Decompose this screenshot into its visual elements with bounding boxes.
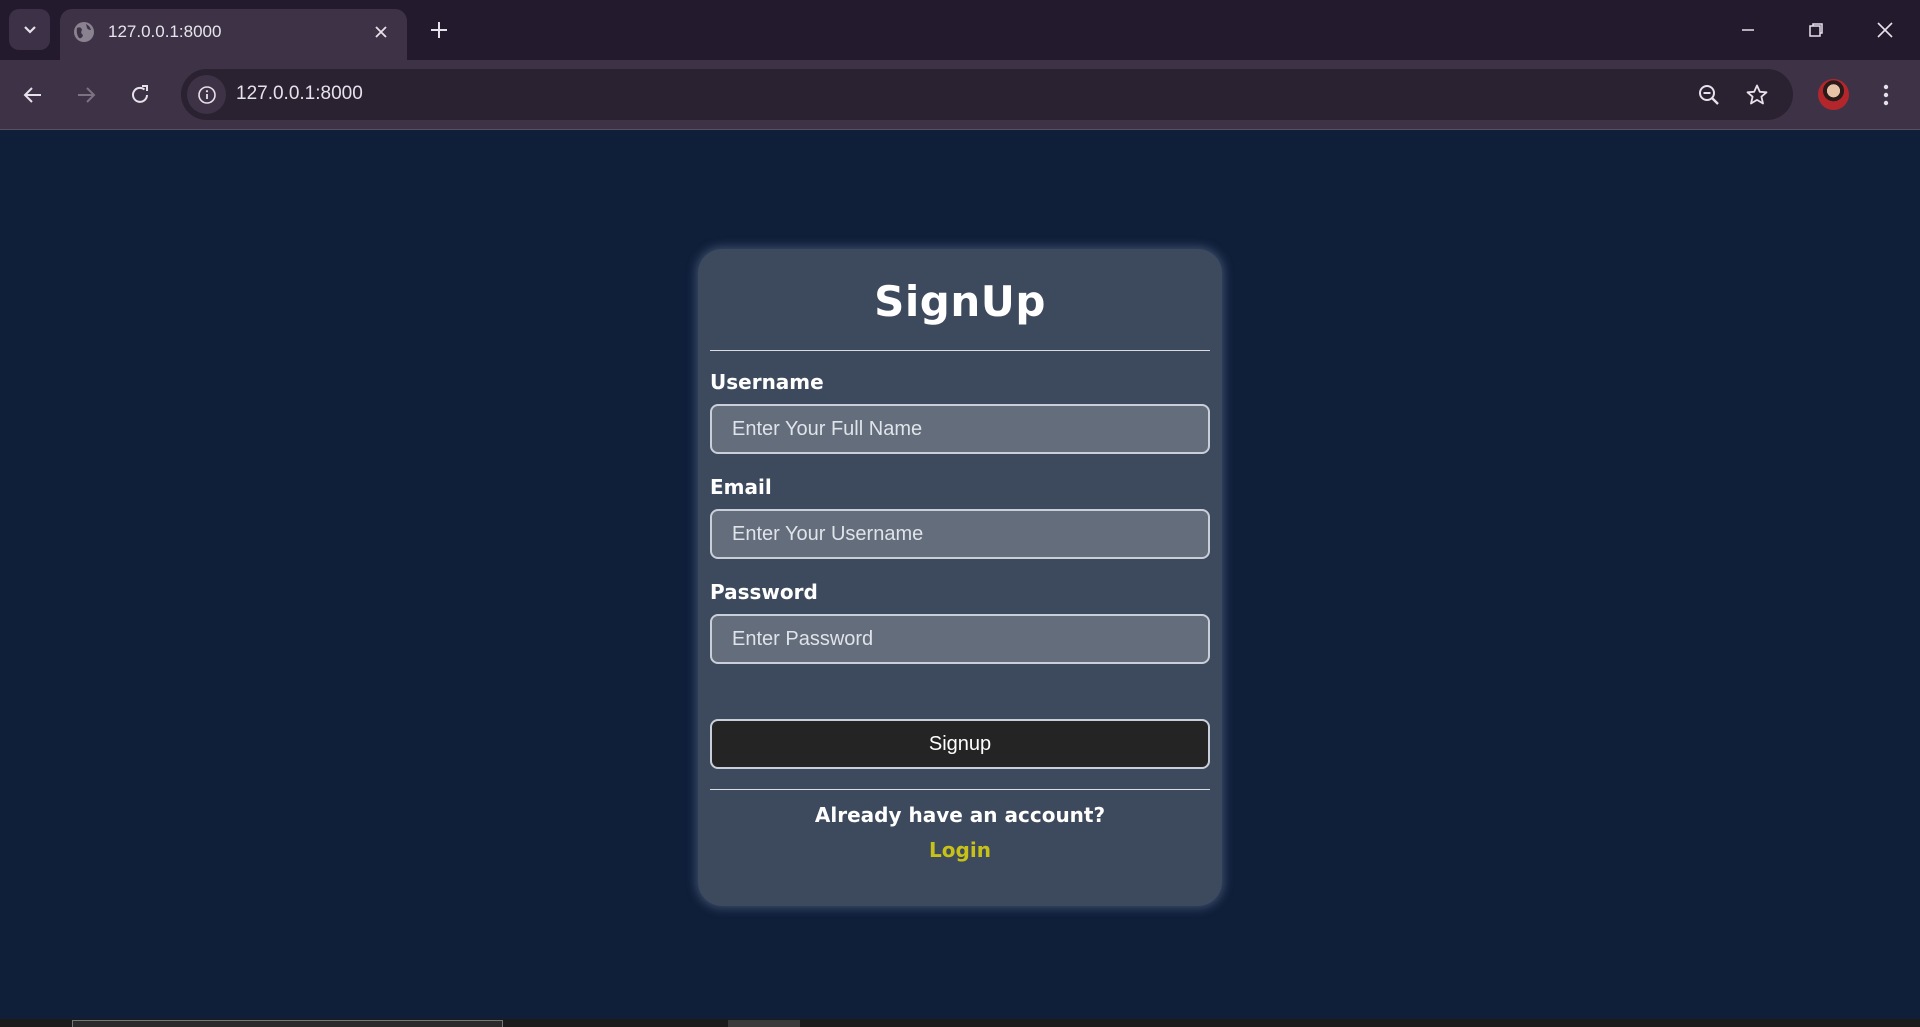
address-url: 127.0.0.1:8000	[236, 83, 363, 104]
minimize-icon	[1742, 29, 1754, 31]
bookmark-button[interactable]	[1743, 81, 1771, 109]
browser-tab[interactable]: 127.0.0.1:8000	[60, 9, 407, 60]
email-input[interactable]	[710, 509, 1210, 559]
kebab-menu-icon	[1883, 84, 1889, 106]
tab-title: 127.0.0.1:8000	[108, 22, 222, 41]
info-icon	[197, 85, 216, 104]
new-tab-button[interactable]	[425, 16, 453, 44]
taskbar-item	[72, 1020, 503, 1027]
globe-icon	[74, 22, 94, 42]
page-viewport: SignUp Username Email Password Signup Al…	[0, 131, 1920, 1019]
restore-button[interactable]	[1793, 12, 1839, 48]
username-input[interactable]	[710, 404, 1210, 454]
existing-account-prompt: Already have an account?	[814, 803, 1106, 827]
window-close-icon	[1877, 22, 1893, 38]
tab-search-icon	[23, 25, 36, 34]
reload-icon	[132, 85, 148, 103]
password-input[interactable]	[710, 614, 1210, 664]
zoom-button[interactable]	[1695, 81, 1723, 109]
address-bar[interactable]: 127.0.0.1:8000	[181, 69, 1793, 120]
login-link[interactable]: Login	[698, 838, 1222, 862]
site-info-button[interactable]	[187, 75, 226, 114]
browser-toolbar: 127.0.0.1:8000	[0, 60, 1920, 130]
browser-menu-button[interactable]	[1872, 77, 1900, 113]
forward-button[interactable]	[68, 77, 104, 113]
profile-avatar[interactable]	[1818, 79, 1849, 110]
forward-arrow-icon	[78, 87, 96, 103]
password-label: Password	[710, 580, 818, 604]
plus-icon	[431, 22, 447, 38]
zoom-out-icon	[1699, 85, 1719, 105]
minimize-button[interactable]	[1725, 12, 1771, 48]
tab-close-button[interactable]	[369, 20, 393, 44]
restore-icon	[1809, 23, 1823, 37]
reload-button[interactable]	[122, 77, 158, 113]
title-divider	[710, 350, 1210, 351]
browser-tab-bar: 127.0.0.1:8000	[0, 0, 1920, 60]
taskbar-item	[728, 1020, 800, 1027]
close-icon	[375, 26, 387, 38]
email-label: Email	[710, 475, 772, 499]
page-title: SignUp	[874, 277, 1046, 326]
back-button[interactable]	[15, 77, 51, 113]
footer-divider	[710, 789, 1210, 790]
window-close-button[interactable]	[1862, 12, 1908, 48]
star-icon	[1746, 84, 1768, 105]
tab-search-button[interactable]	[9, 9, 50, 50]
username-label: Username	[710, 370, 824, 394]
signup-button[interactable]: Signup	[710, 719, 1210, 769]
back-arrow-icon	[23, 87, 41, 103]
signup-card: SignUp Username Email Password Signup Al…	[698, 249, 1222, 906]
